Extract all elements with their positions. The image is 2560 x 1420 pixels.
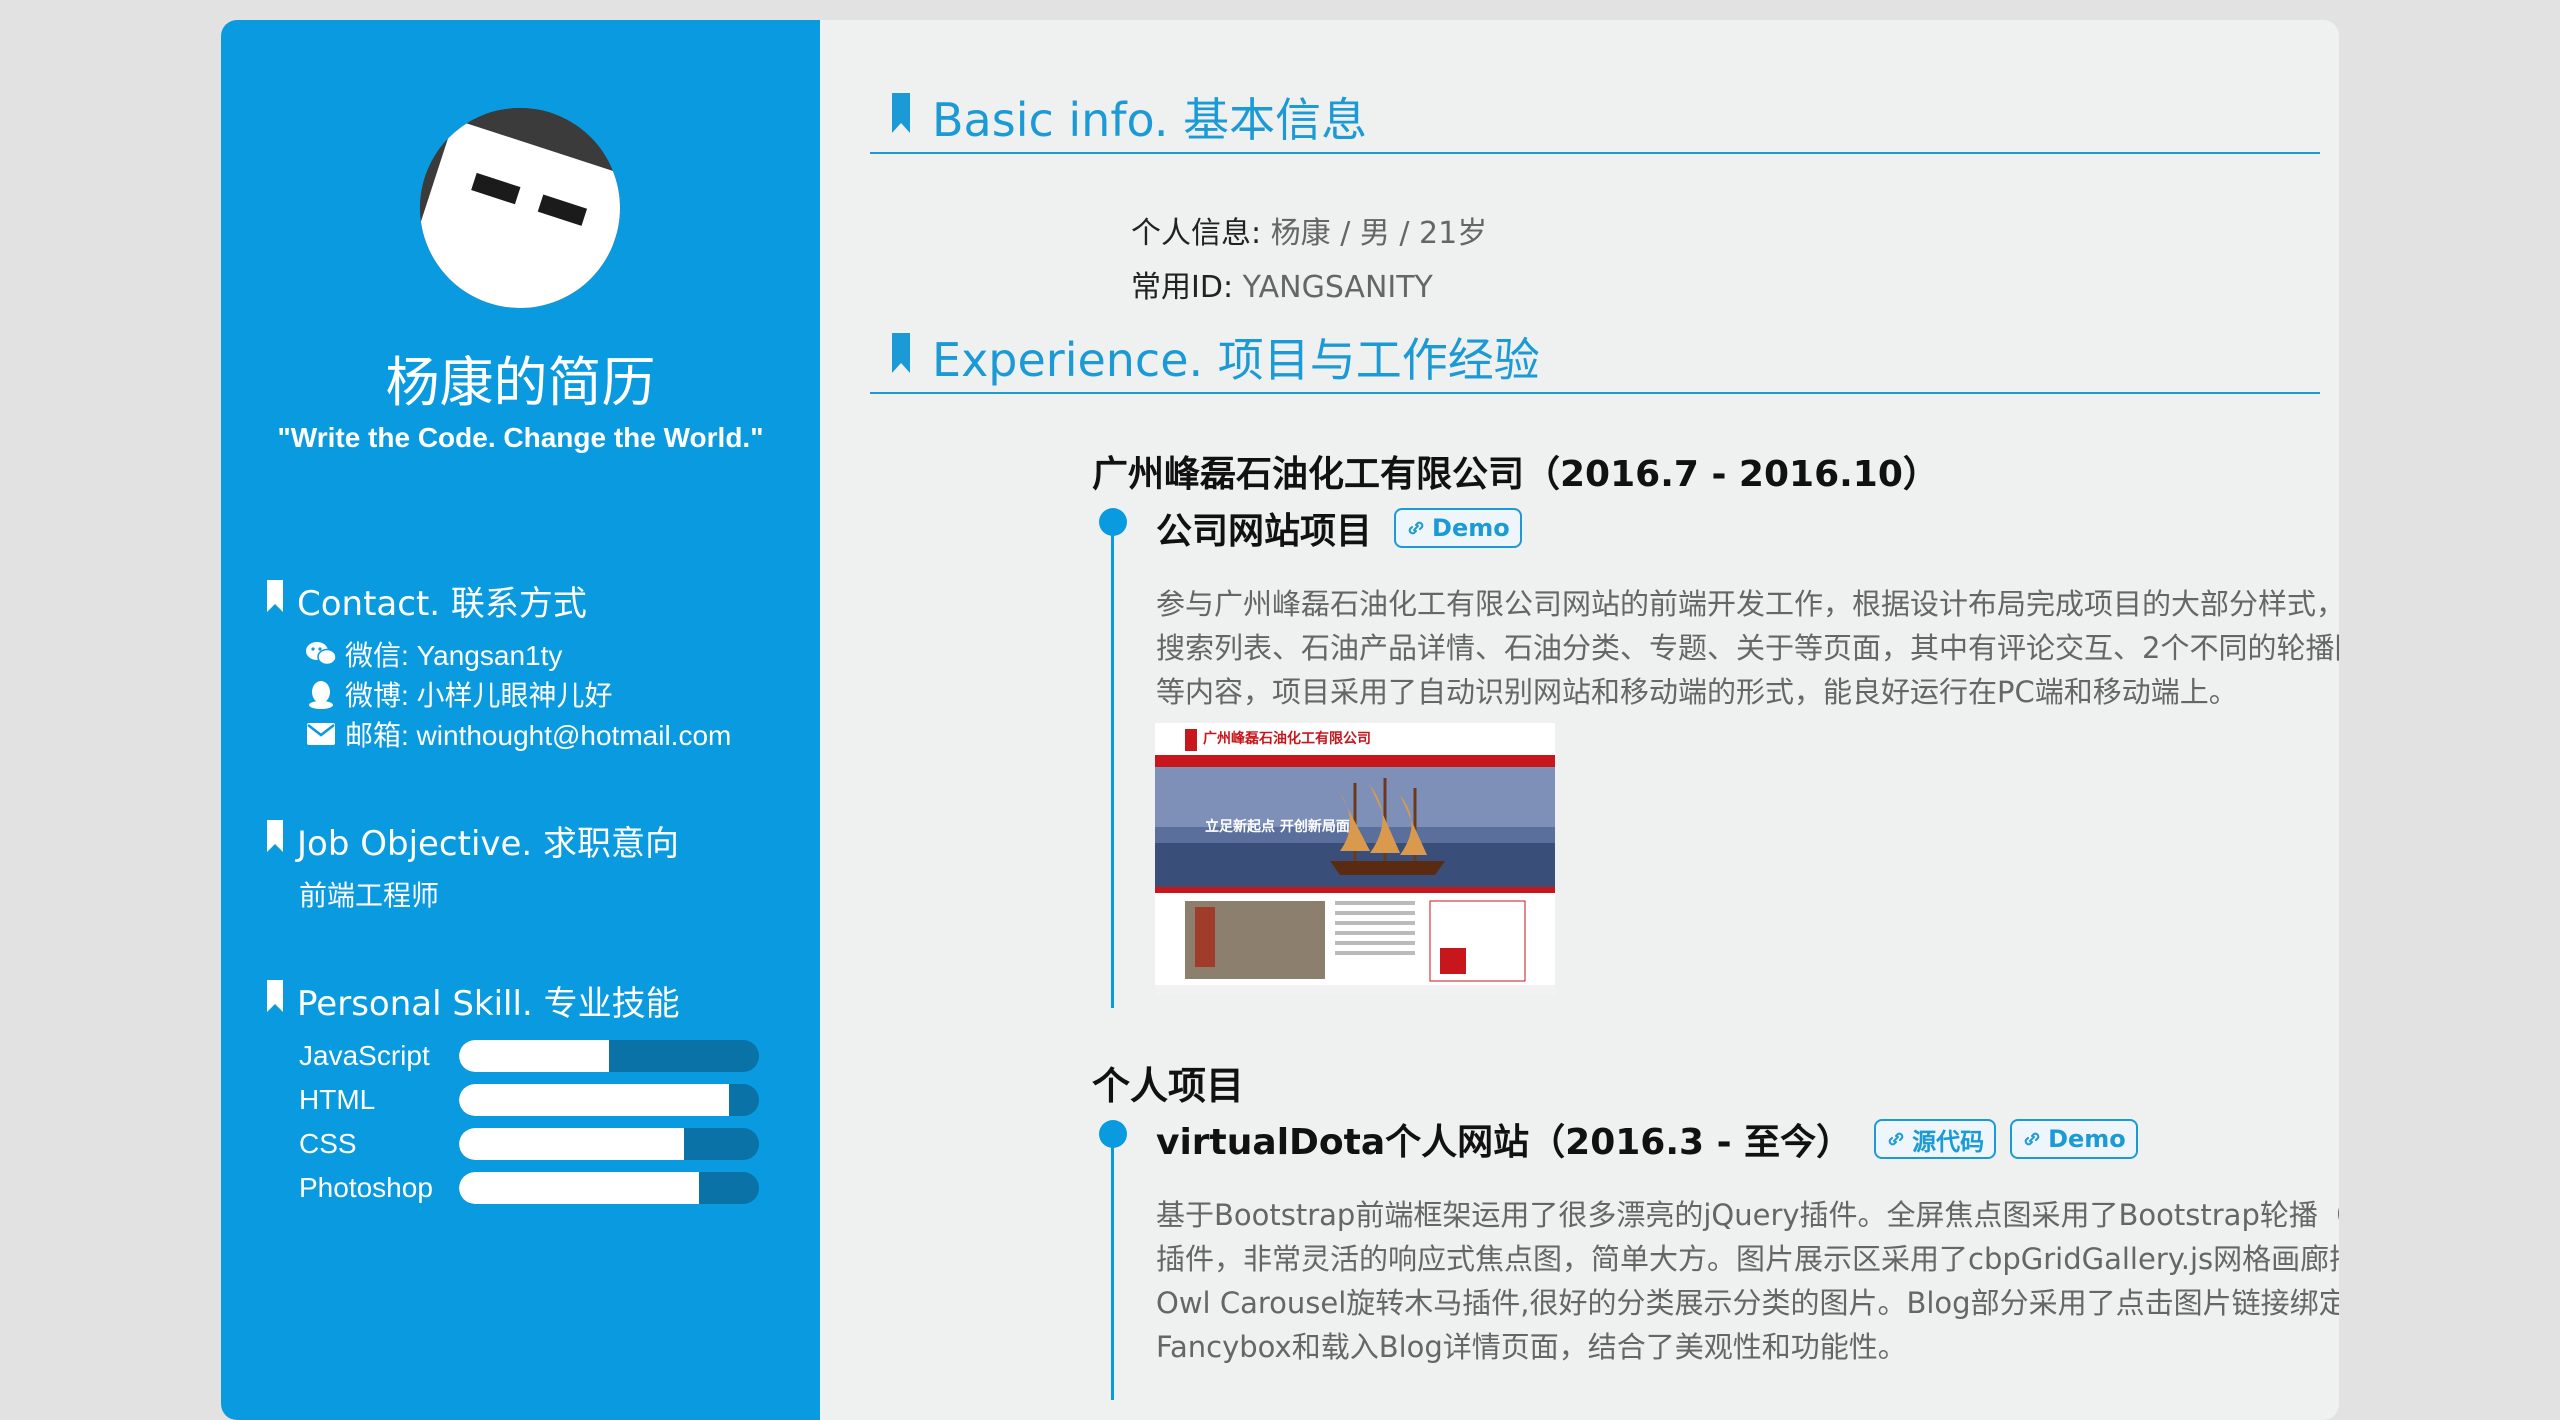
link-icon <box>1888 1132 1904 1146</box>
main-content: Basic info. 基本信息 个人信息: 杨康 / 男 / 21岁 常用ID… <box>820 20 2339 1420</box>
bookmark-icon <box>892 330 910 384</box>
source-code-link[interactable]: 源代码 <box>1874 1119 1997 1159</box>
timeline-dot <box>1099 508 1127 536</box>
skill-label: HTML <box>299 1084 376 1115</box>
wechat-icon <box>303 640 339 668</box>
project-title-text: virtualDota个人网站（2016.3 - 至今） <box>1156 1122 1853 1163</box>
id-label: 常用ID: <box>1131 270 1234 305</box>
skill-label: CSS <box>299 1128 357 1159</box>
timeline-line <box>1111 1140 1114 1400</box>
skill-bar-fill <box>459 1172 699 1204</box>
skills-list: JavaScript HTML CSS Photoshop <box>299 1034 759 1210</box>
screenshot-title: 广州峰磊石油化工有限公司 <box>1203 730 1371 747</box>
basic-info-heading: Basic info. 基本信息 <box>870 82 2320 154</box>
skill-row: Photoshop <box>299 1166 759 1210</box>
project-description: 参与广州峰磊石油化工有限公司网站的前端开发工作，根据设计布局完成项目的大部分样式… <box>1156 587 2339 709</box>
skill-bar <box>459 1040 759 1072</box>
skill-label: JavaScript <box>299 1040 430 1071</box>
project-screenshot[interactable]: 广州峰磊石油化工有限公司 立足新起点 开创新局面 <box>1155 723 1555 995</box>
link-icon <box>1408 521 1424 535</box>
demo-link[interactable]: Demo <box>1394 508 1522 548</box>
skill-row: HTML <box>299 1078 759 1122</box>
bookmark-icon <box>892 90 910 144</box>
skill-row: JavaScript <box>299 1034 759 1078</box>
personal-info-label: 个人信息: <box>1131 216 1262 251</box>
bookmark-icon <box>267 580 283 621</box>
project-title-text: 公司网站项目 <box>1156 511 1373 552</box>
objective-heading-text: Job Objective. 求职意向 <box>297 824 680 864</box>
personal-info-row: 个人信息: 杨康 / 男 / 21岁 <box>1131 208 1487 252</box>
skill-row: CSS <box>299 1122 759 1166</box>
id-value: YANGSANITY <box>1242 270 1433 305</box>
experience-heading-text: Experience. 项目与工作经验 <box>932 333 1540 387</box>
contact-heading: Contact. 联系方式 <box>267 576 587 625</box>
demo-label: Demo <box>2048 1125 2126 1153</box>
mail-icon <box>303 723 339 745</box>
contact-heading-text: Contact. 联系方式 <box>297 584 587 624</box>
skill-bar-fill <box>459 1084 729 1116</box>
skills-heading-text: Personal Skill. 专业技能 <box>297 984 680 1024</box>
screenshot-slogan: 立足新起点 开创新局面 <box>1205 818 1350 835</box>
contact-weibo: 微博: 小样儿眼神儿好 <box>303 674 731 714</box>
contact-list: 微信: Yangsan1ty 微博: 小样儿眼神儿好 邮箱: winthough… <box>303 634 731 754</box>
bookmark-icon <box>267 820 283 861</box>
sidebar: 杨康的简历 "Write the Code. Change the World.… <box>221 20 820 1420</box>
source-code-label: 源代码 <box>1912 1127 1985 1156</box>
objective-value: 前端工程师 <box>299 880 440 911</box>
demo-link[interactable]: Demo <box>2010 1119 2138 1159</box>
skills-heading: Personal Skill. 专业技能 <box>267 976 680 1025</box>
skill-bar-fill <box>459 1128 684 1160</box>
skill-bar <box>459 1084 759 1116</box>
project-title: 公司网站项目 Demo <box>1156 502 1522 554</box>
personal-info-value: 杨康 / 男 / 21岁 <box>1270 216 1488 251</box>
skill-label: Photoshop <box>299 1172 433 1203</box>
qq-icon <box>303 679 339 709</box>
skill-bar <box>459 1172 759 1204</box>
demo-label: Demo <box>1432 514 1510 542</box>
timeline-dot <box>1099 1120 1127 1148</box>
contact-email: 邮箱: winthought@hotmail.com <box>303 714 731 754</box>
experience-heading: Experience. 项目与工作经验 <box>870 322 2320 394</box>
objective-heading: Job Objective. 求职意向 <box>267 816 679 865</box>
personal-projects-heading: 个人项目 <box>1092 1064 1245 1108</box>
weibo-text[interactable]: 微博: 小样儿眼神儿好 <box>345 674 613 714</box>
project-title: virtualDota个人网站（2016.3 - 至今） 源代码 Demo <box>1156 1113 2138 1165</box>
resume-name: 杨康的简历 <box>385 351 656 414</box>
id-row: 常用ID: YANGSANITY <box>1131 262 1433 306</box>
skill-bar-fill <box>459 1040 609 1072</box>
link-icon <box>2024 1132 2040 1146</box>
contact-wechat: 微信: Yangsan1ty <box>303 634 731 674</box>
wechat-text[interactable]: 微信: Yangsan1ty <box>345 634 562 674</box>
bookmark-icon <box>267 980 283 1021</box>
timeline-line <box>1111 528 1114 1008</box>
email-text[interactable]: 邮箱: winthought@hotmail.com <box>345 714 731 754</box>
motto: "Write the Code. Change the World." <box>277 422 764 453</box>
project-description: 基于Bootstrap前端框架运用了很多漂亮的jQuery插件。全屏焦点图采用了… <box>1156 1198 2339 1364</box>
basic-info-heading-text: Basic info. 基本信息 <box>932 93 1368 147</box>
resume-card: 杨康的简历 "Write the Code. Change the World.… <box>221 20 2339 1420</box>
company-title: 广州峰磊石油化工有限公司（2016.7 - 2016.10） <box>1092 454 1939 495</box>
avatar <box>420 108 620 308</box>
skill-bar <box>459 1128 759 1160</box>
